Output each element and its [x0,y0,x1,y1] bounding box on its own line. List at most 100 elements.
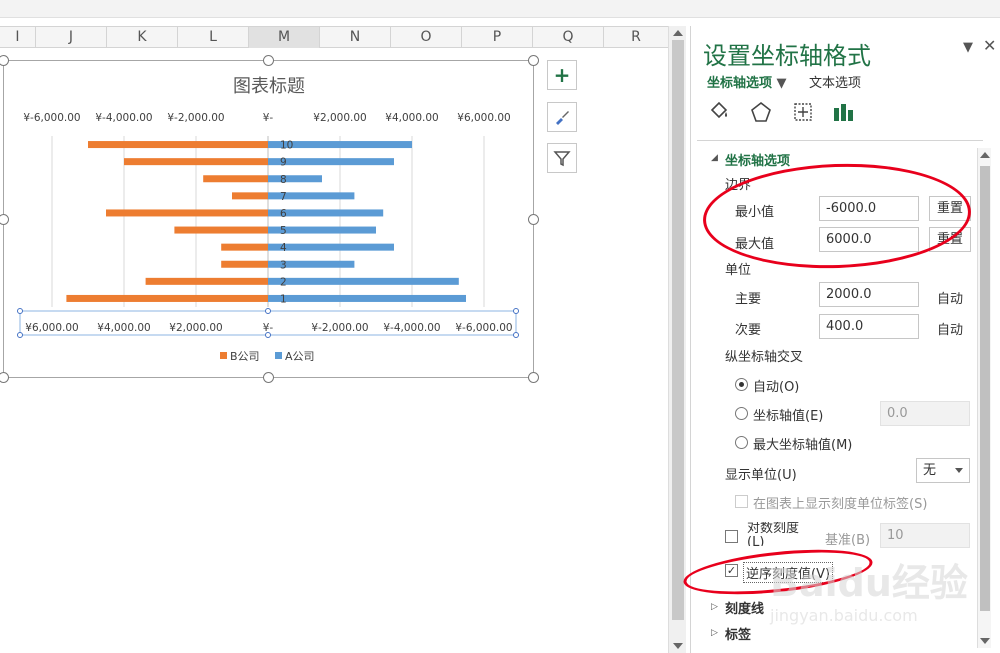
cross-value-radio[interactable] [735,407,748,420]
column-header-I[interactable]: I [0,27,36,48]
category-label: 4 [280,242,287,254]
major-unit-input[interactable]: 2000.0 [819,282,919,307]
chart-elements-button[interactable]: + [547,60,577,90]
bar-B公司 [221,243,268,251]
chevron-down-icon [955,468,963,473]
log-scale-label[interactable]: 对数刻度(L) [747,522,803,546]
log-scale-checkbox[interactable] [725,530,738,543]
size-properties-tab[interactable] [789,98,817,126]
bottom-axis-tick-label: ¥-2,000.00 [311,322,368,334]
top-axis-tick-label: ¥4,000.00 [385,112,438,124]
units-label: 单位 [725,263,752,278]
column-header-K[interactable]: K [107,27,178,48]
pane-divider [697,140,983,141]
cross-max-radio[interactable] [735,436,748,449]
category-label: 5 [280,225,287,237]
resize-handle-tr[interactable] [528,55,539,66]
close-icon[interactable]: ✕ [983,36,996,55]
bar-B公司 [203,175,268,183]
bottom-axis-tick-label: ¥4,000.00 [97,322,150,334]
category-label: 3 [280,259,287,271]
show-units-label: 在图表上显示刻度单位标签(S) [753,497,928,512]
axis-selection-handle [265,308,271,314]
major-label: 主要 [735,292,762,307]
pane-options-icon[interactable]: ▼ [963,40,973,55]
column-header-O[interactable]: O [391,27,462,48]
bottom-axis-tick-label: ¥6,000.00 [25,322,78,334]
top-axis-tick-label: ¥2,000.00 [313,112,366,124]
category-label: 10 [280,140,293,152]
display-units-select[interactable]: 无 [916,458,970,483]
axis-selection-handle [513,308,519,314]
collapse-icon[interactable]: ◢ [711,153,718,163]
sheet-vertical-scrollbar[interactable] [668,26,686,653]
effects-tab[interactable] [747,98,775,126]
chart-styles-button[interactable] [547,102,577,132]
column-header-row: I J K L M N O P Q R [0,26,668,48]
bar-A公司 [268,277,459,285]
section-tick-marks[interactable]: 刻度线 [725,598,764,617]
expand-icon[interactable]: ▷ [711,602,718,612]
bars [66,141,466,302]
axis-options-tab[interactable] [829,98,857,126]
resize-handle-tm[interactable] [263,55,274,66]
bottom-axis-ticks: ¥6,000.00 ¥4,000.00 ¥2,000.00 ¥- ¥-2,000.00 ¥… [17,308,519,338]
column-header-L[interactable]: L [178,27,249,48]
scroll-up-icon[interactable] [673,30,683,36]
expand-icon[interactable]: ▷ [711,628,718,638]
axis-selection-handle [265,332,271,338]
cross-value-input[interactable]: 0.0 [880,401,970,426]
show-units-checkbox[interactable] [735,495,748,508]
resize-handle-mr[interactable] [528,214,539,225]
pane-scroll-up-icon[interactable] [980,152,990,158]
column-header-M[interactable]: M [249,27,320,48]
resize-handle-br[interactable] [528,372,539,383]
category-label: 2 [280,276,287,288]
cross-max-label[interactable]: 最大坐标轴值(M) [753,434,852,453]
cross-auto-label[interactable]: 自动(O) [753,376,799,395]
pane-scrollbar[interactable] [977,148,991,648]
tab-axis-options[interactable]: 坐标轴选项 ▼ [707,72,787,91]
tab-text-options[interactable]: 文本选项 [809,72,861,91]
category-label: 1 [280,293,287,305]
bottom-axis-tick-label: ¥-4,000.00 [383,322,440,334]
bar-B公司 [66,294,269,302]
section-labels[interactable]: 标签 [725,624,751,643]
log-base-input[interactable]: 10 [880,523,970,548]
chart-title[interactable]: 图表标题 [233,76,305,97]
column-header-Q[interactable]: Q [533,27,604,48]
cross-auto-radio[interactable] [735,378,748,391]
cross-label: 纵坐标轴交叉 [725,350,804,365]
column-header-N[interactable]: N [320,27,391,48]
cross-value-label[interactable]: 坐标轴值(E) [753,405,823,424]
chart-area[interactable]: 图表标题 ¥-6,000.00 ¥-4,000.00 ¥-2,000.00 ¥- ¥2,… [0,55,539,383]
column-header-R[interactable]: R [604,27,668,48]
minor-unit-input[interactable]: 400.0 [819,314,919,339]
legend-label: B公司 [230,350,260,363]
pane-scroll-down-icon[interactable] [980,638,990,644]
minor-auto-label[interactable]: 自动 [937,319,963,338]
plus-icon: + [553,63,571,87]
size-properties-icon [794,103,812,121]
major-auto-label[interactable]: 自动 [937,288,963,307]
fill-line-tab[interactable] [705,98,733,126]
column-header-P[interactable]: P [462,27,533,48]
bar-chart-icon [834,104,853,121]
top-bar [0,0,1000,18]
scroll-thumb[interactable] [672,40,684,620]
bar-A公司 [268,175,322,183]
column-header-J[interactable]: J [36,27,107,48]
top-axis-tick-label: ¥-6,000.00 [23,112,80,124]
scroll-down-icon[interactable] [673,643,683,649]
pane-title: 设置坐标轴格式 [703,42,871,70]
top-axis-ticks: ¥-6,000.00 ¥-4,000.00 ¥-2,000.00 ¥- ¥2,000.0… [23,112,510,124]
legend-swatch [275,352,282,359]
section-axis-options[interactable]: 坐标轴选项 [725,150,790,169]
bar-B公司 [124,158,268,166]
bar-A公司 [268,294,466,302]
pane-scroll-thumb[interactable] [980,166,990,611]
bar-B公司 [232,192,268,200]
top-axis-tick-label: ¥- [263,112,274,124]
resize-handle-bm[interactable] [263,372,274,383]
chart-filters-button[interactable] [547,143,577,173]
